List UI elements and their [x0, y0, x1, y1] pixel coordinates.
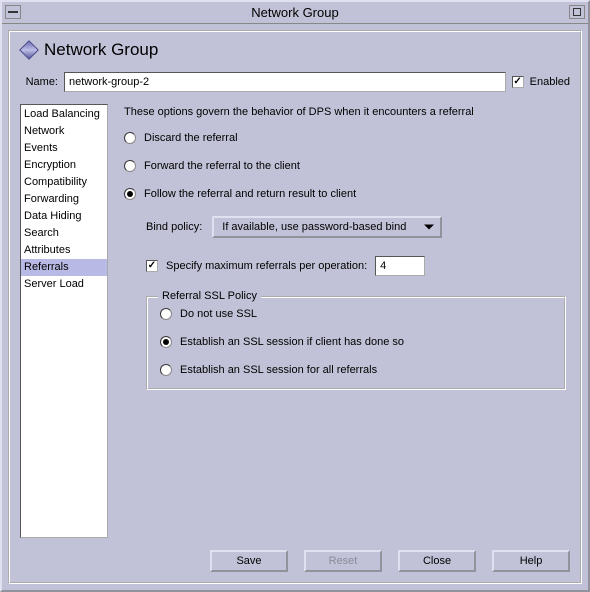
referral-option-discard[interactable]: Discard the referral [124, 132, 566, 144]
sidebar-item-referrals[interactable]: Referrals [21, 259, 107, 276]
referral-option-forward[interactable]: Forward the referral to the client [124, 160, 566, 172]
bind-policy-dropdown[interactable]: If available, use password-based bind [212, 216, 442, 238]
ssl-option-if-client[interactable]: Establish an SSL session if client has d… [160, 336, 552, 348]
sidebar-item-encryption[interactable]: Encryption [21, 157, 107, 174]
maximize-button[interactable] [569, 5, 585, 19]
radio-label: Follow the referral and return result to… [144, 188, 356, 200]
radio-label: Establish an SSL session for all referra… [180, 364, 377, 376]
sidebar-item-data-hiding[interactable]: Data Hiding [21, 208, 107, 225]
bind-policy-row: Bind policy: If available, use password-… [146, 216, 566, 238]
ssl-policy-fieldset: Referral SSL Policy Do not use SSL Estab… [146, 296, 566, 390]
enabled-label: Enabled [530, 76, 570, 88]
help-button[interactable]: Help [492, 550, 570, 572]
referral-option-follow[interactable]: Follow the referral and return result to… [124, 188, 566, 200]
name-input[interactable] [64, 72, 506, 92]
window-title: Network Group [251, 5, 338, 20]
sidebar-item-load-balancing[interactable]: Load Balancing [21, 106, 107, 123]
max-referrals-label: Specify maximum referrals per operation: [166, 260, 367, 272]
body: Load Balancing Network Events Encryption… [20, 104, 570, 538]
bind-policy-label: Bind policy: [146, 221, 202, 233]
sidebar-item-attributes[interactable]: Attributes [21, 242, 107, 259]
main-panel: These options govern the behavior of DPS… [120, 104, 570, 538]
sidebar-item-compatibility[interactable]: Compatibility [21, 174, 107, 191]
radio-label: Do not use SSL [180, 308, 257, 320]
page-title: Network Group [44, 40, 158, 60]
sidebar-item-forwarding[interactable]: Forwarding [21, 191, 107, 208]
radio-icon [124, 160, 136, 172]
radio-icon [124, 188, 136, 200]
sidebar-item-network[interactable]: Network [21, 123, 107, 140]
diamond-icon [19, 40, 39, 60]
ssl-policy-legend: Referral SSL Policy [158, 290, 261, 302]
reset-button[interactable]: Reset [304, 550, 382, 572]
sidebar: Load Balancing Network Events Encryption… [20, 104, 108, 538]
save-button[interactable]: Save [210, 550, 288, 572]
radio-label: Forward the referral to the client [144, 160, 300, 172]
system-menu-button[interactable] [5, 5, 21, 19]
radio-icon [160, 364, 172, 376]
max-referrals-input[interactable] [375, 256, 425, 276]
dropdown-value: If available, use password-based bind [222, 221, 406, 233]
page-header: Network Group [20, 40, 570, 60]
description-text: These options govern the behavior of DPS… [124, 106, 566, 118]
titlebar: Network Group [2, 2, 588, 24]
radio-icon [160, 336, 172, 348]
window: Network Group Network Group Name: Enable… [0, 0, 590, 592]
max-referrals-row: Specify maximum referrals per operation: [146, 256, 566, 276]
content-panel: Network Group Name: Enabled Load Balanci… [8, 30, 582, 584]
chevron-down-icon [424, 225, 434, 230]
sidebar-item-search[interactable]: Search [21, 225, 107, 242]
name-label: Name: [20, 76, 58, 88]
radio-label: Discard the referral [144, 132, 238, 144]
sidebar-item-events[interactable]: Events [21, 140, 107, 157]
sidebar-item-server-load[interactable]: Server Load [21, 276, 107, 293]
name-row: Name: Enabled [20, 72, 570, 92]
max-referrals-checkbox[interactable] [146, 260, 158, 272]
footer-buttons: Save Reset Close Help [20, 550, 570, 572]
close-button[interactable]: Close [398, 550, 476, 572]
enabled-checkbox[interactable] [512, 76, 524, 88]
ssl-option-all[interactable]: Establish an SSL session for all referra… [160, 364, 552, 376]
radio-label: Establish an SSL session if client has d… [180, 336, 404, 348]
radio-icon [124, 132, 136, 144]
ssl-option-none[interactable]: Do not use SSL [160, 308, 552, 320]
radio-icon [160, 308, 172, 320]
